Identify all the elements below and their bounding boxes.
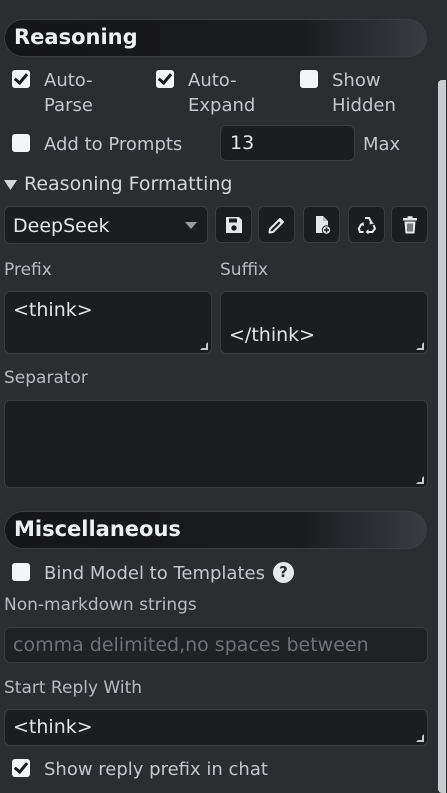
new-template-button[interactable] [303,206,340,243]
start-reply-label: Start Reply With [4,678,143,698]
triangle-down-icon [4,180,17,190]
template-select[interactable]: DeepSeek [4,206,208,244]
suffix-value: </think> [229,324,316,346]
suffix-label: Suffix [220,260,269,280]
trash-icon [403,216,417,234]
restore-template-button[interactable] [348,206,385,243]
show-hidden-label-line2: Hidden [332,95,396,116]
file-plus-icon [316,216,332,235]
resize-grip-icon[interactable] [416,734,424,742]
show-hidden-checkbox[interactable] [300,70,318,88]
prefix-textarea[interactable]: <think> [4,291,212,354]
max-additions-input[interactable]: 13 [220,125,355,161]
show-hidden-label-line1: Show [332,70,381,91]
add-to-prompts-label: Add to Prompts [44,134,183,155]
bind-model-label: Bind Model to Templates [44,563,265,584]
auto-expand-label-line2: Expand [188,95,256,116]
save-icon [226,217,242,233]
rename-template-button[interactable] [258,206,295,243]
separator-textarea[interactable] [4,400,428,488]
miscellaneous-header-title: Miscellaneous [14,517,181,541]
non-markdown-placeholder: comma delimited,no spaces between [13,634,369,656]
start-reply-textarea[interactable]: <think> [4,709,428,746]
max-label: Max [363,134,401,155]
pencil-icon [268,218,284,234]
reasoning-formatting-title: Reasoning Formatting [24,173,233,195]
suffix-textarea[interactable]: </think> [220,291,428,354]
auto-expand-label: Auto- Expand [188,68,255,118]
help-icon[interactable]: ? [273,562,294,583]
delete-template-button[interactable] [391,206,428,243]
non-markdown-label: Non-markdown strings [4,595,197,615]
settings-panel: Reasoning Auto- Parse Auto- Expand Show … [0,0,437,793]
prefix-value: <think> [13,299,93,321]
auto-expand-label-line1: Auto- [188,70,237,91]
resize-grip-icon[interactable] [416,476,424,484]
chevron-down-icon [185,222,197,229]
auto-parse-label-line1: Auto- [44,70,93,91]
max-additions-value: 13 [230,132,255,154]
show-reply-prefix-checkbox[interactable] [12,759,30,777]
start-reply-value: <think> [13,716,93,738]
show-hidden-label: Show Hidden [332,68,396,118]
add-to-prompts-checkbox[interactable] [12,134,30,152]
recycle-icon [357,217,377,235]
show-reply-prefix-label: Show reply prefix in chat [44,759,268,780]
auto-parse-label-line2: Parse [44,95,93,116]
scrollbar-thumb[interactable] [438,80,446,793]
reasoning-header-title: Reasoning [14,25,138,49]
auto-parse-label: Auto- Parse [44,68,93,118]
template-select-value: DeepSeek [13,215,110,237]
miscellaneous-header: Miscellaneous [4,511,427,549]
resize-grip-icon[interactable] [416,342,424,350]
scrollbar-track[interactable] [437,0,447,793]
auto-parse-checkbox[interactable] [12,70,30,88]
non-markdown-input[interactable]: comma delimited,no spaces between [4,627,428,663]
resize-grip-icon[interactable] [200,342,208,350]
bind-model-checkbox[interactable] [12,563,30,581]
separator-label: Separator [4,368,88,388]
reasoning-header: Reasoning [4,19,427,57]
prefix-label: Prefix [4,260,52,280]
save-template-button[interactable] [215,206,252,243]
auto-expand-checkbox[interactable] [156,70,174,88]
